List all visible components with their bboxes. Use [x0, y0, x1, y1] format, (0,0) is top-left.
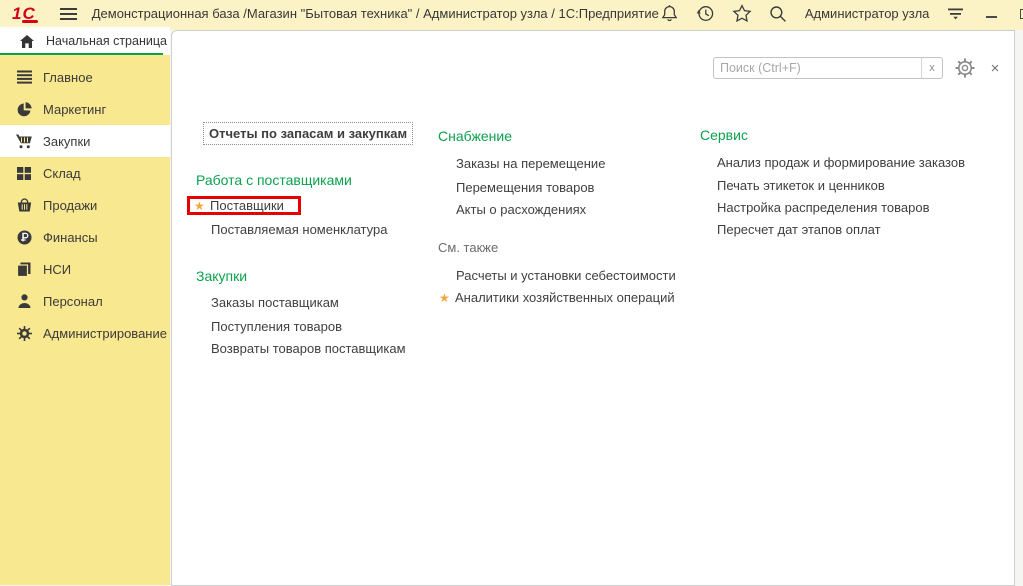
link-suppliers[interactable]: ★ Поставщики — [194, 198, 284, 213]
logo-text: 1С — [12, 6, 36, 21]
link-label: Анализ продаж и формирование заказов — [717, 155, 965, 170]
link-label: Заказы на перемещение — [456, 156, 605, 171]
search-clear-button[interactable]: x — [921, 58, 942, 78]
search-input[interactable] — [714, 58, 921, 78]
sidebar-item-label: Финансы — [43, 230, 98, 245]
books-icon — [16, 262, 32, 277]
group-header-purchases: Закупки — [196, 268, 247, 284]
link-label: Поставляемая номенклатура — [211, 222, 387, 237]
link-orders-to-suppliers[interactable]: Заказы поставщикам — [211, 295, 339, 310]
section-functions-panel: x × Отчеты по запасам и закупкам Работа … — [171, 30, 1015, 586]
panel-settings-gear-icon[interactable] — [954, 57, 976, 79]
link-label: Перемещения товаров — [456, 180, 594, 195]
1c-logo-icon: 1С — [12, 6, 38, 21]
link-label: Акты о расхождениях — [456, 202, 586, 217]
sidebar-item-personal[interactable]: Персонал — [0, 285, 170, 317]
gear-icon — [16, 326, 32, 341]
main-menu-button[interactable] — [58, 2, 79, 26]
link-sales-analysis[interactable]: Анализ продаж и формирование заказов — [717, 155, 965, 170]
link-label: Расчеты и установки себестоимости — [456, 268, 676, 283]
sidebar-item-home[interactable]: Начальная страница — [0, 27, 170, 55]
reports-on-stock-purchases-button[interactable]: Отчеты по запасам и закупкам — [203, 122, 413, 145]
see-also-label: См. также — [438, 240, 498, 255]
maximize-button[interactable] — [1015, 4, 1023, 24]
group-header-service: Сервис — [700, 127, 748, 143]
sidebar-item-sklad[interactable]: Склад — [0, 157, 170, 189]
connection-speed-icon[interactable] — [945, 3, 967, 25]
link-label: Пересчет дат этапов оплат — [717, 222, 881, 237]
favorites-star-icon[interactable] — [731, 3, 753, 25]
basket-icon — [16, 198, 32, 212]
minimize-button[interactable] — [981, 4, 1001, 24]
sidebar-item-glavnoe[interactable]: Главное — [0, 61, 170, 93]
search-box: x — [713, 57, 943, 79]
history-icon[interactable] — [695, 3, 717, 25]
sidebar-item-label: Продажи — [43, 198, 97, 213]
sidebar-item-label: Персонал — [43, 294, 103, 309]
active-tab-underline — [0, 53, 163, 55]
logo-swoosh — [22, 20, 38, 23]
person-icon — [16, 294, 32, 308]
sidebar-item-label: Начальная страница — [46, 34, 167, 48]
link-cost-calculations[interactable]: Расчеты и установки себестоимости — [456, 268, 676, 283]
group-header-supply: Снабжение — [438, 128, 512, 144]
sidebar-item-label: Закупки — [43, 134, 90, 149]
grid-icon — [16, 167, 32, 180]
link-supplied-nomenclature[interactable]: Поставляемая номенклатура — [211, 222, 387, 237]
ruble-icon — [16, 230, 32, 245]
pie-chart-icon — [16, 102, 32, 117]
link-business-operation-analytics[interactable]: ★ Аналитики хозяйственных операций — [439, 290, 675, 305]
panel-close-button[interactable]: × — [985, 57, 1005, 79]
cart-icon — [16, 134, 32, 149]
notifications-bell-icon[interactable] — [659, 3, 681, 25]
sidebar-item-nsi[interactable]: НСИ — [0, 253, 170, 285]
link-label: Заказы поставщикам — [211, 295, 339, 310]
group-header-work-with-suppliers: Работа с поставщиками — [196, 172, 352, 188]
sidebar-item-label: НСИ — [43, 262, 71, 277]
sidebar-item-finansy[interactable]: Финансы — [0, 221, 170, 253]
link-goods-receipts[interactable]: Поступления товаров — [211, 319, 342, 334]
sections-sidebar: Начальная страница Главное Маркетинг — [0, 27, 170, 585]
sidebar-item-prodazhi[interactable]: Продажи — [0, 189, 170, 221]
sidebar-item-administrirovanie[interactable]: Администрирование — [0, 317, 170, 349]
current-user[interactable]: Администратор узла — [805, 6, 930, 21]
window-titlebar: 1С Демонстрационная база /Магазин "Бытов… — [0, 0, 1023, 30]
link-returns-to-suppliers[interactable]: Возвраты товаров поставщикам — [211, 341, 406, 356]
link-goods-distribution-setup[interactable]: Настройка распределения товаров — [717, 200, 929, 215]
favorite-star-icon[interactable]: ★ — [439, 291, 455, 305]
sidebar-item-label: Главное — [43, 70, 93, 85]
link-discrepancy-acts[interactable]: Акты о расхождениях — [456, 202, 586, 217]
sidebar-item-zakupki[interactable]: Закупки — [0, 125, 170, 157]
link-label: Настройка распределения товаров — [717, 200, 929, 215]
sidebar-item-label: Администрирование — [43, 326, 167, 341]
sidebar-item-label: Маркетинг — [43, 102, 106, 117]
sidebar-item-label: Склад — [43, 166, 81, 181]
sidebar-item-marketing[interactable]: Маркетинг — [0, 93, 170, 125]
link-label: Возвраты товаров поставщикам — [211, 341, 406, 356]
link-label: Поставщики — [210, 198, 284, 213]
window-title: Демонстрационная база /Магазин "Бытовая … — [92, 6, 659, 21]
link-labels-printing[interactable]: Печать этикеток и ценников — [717, 178, 885, 193]
home-icon — [19, 35, 35, 48]
link-label: Поступления товаров — [211, 319, 342, 334]
list-icon — [16, 70, 32, 84]
link-label: Печать этикеток и ценников — [717, 178, 885, 193]
link-transfer-orders[interactable]: Заказы на перемещение — [456, 156, 605, 171]
link-payment-dates-recalculation[interactable]: Пересчет дат этапов оплат — [717, 222, 881, 237]
link-goods-transfers[interactable]: Перемещения товаров — [456, 180, 594, 195]
global-search-icon[interactable] — [767, 3, 789, 25]
favorite-star-icon[interactable]: ★ — [194, 199, 210, 213]
link-label: Аналитики хозяйственных операций — [455, 290, 675, 305]
